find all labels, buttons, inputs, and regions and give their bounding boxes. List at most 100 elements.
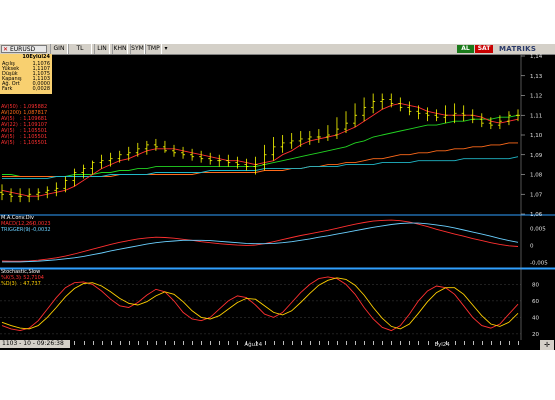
scale-button-lin[interactable]: LIN: [94, 44, 110, 54]
time-tick: [327, 341, 329, 345]
ohlc-bar: [0, 184, 4, 201]
status-clock: 1103 - 10 - 09:26:38: [0, 340, 70, 348]
date-axis-label: Eyl24: [434, 342, 450, 348]
time-tick: [427, 341, 429, 345]
time-tick: [382, 341, 384, 345]
ohlc-bar: [470, 109, 475, 124]
buy-button[interactable]: AL: [457, 45, 474, 53]
stoch-axis-label: 20: [532, 332, 539, 338]
legend-stoch-d[interactable]: %D(3): 47,737: [1, 282, 41, 287]
ma-line-short: [1, 102, 519, 197]
ohlc-bar: [371, 93, 376, 114]
template-button[interactable]: TMP: [145, 44, 162, 54]
time-tick: [137, 341, 139, 345]
legend-ma5-d[interactable]: AV(5): 1,105501: [1, 141, 47, 146]
ohlc-bar: [307, 131, 312, 145]
time-tick: [336, 341, 338, 345]
time-tick: [155, 341, 157, 345]
close-icon[interactable]: ✕: [3, 46, 8, 54]
ohlc-bar: [135, 142, 140, 157]
stats-date: 10Eylül24: [22, 54, 50, 60]
ohlc-bar: [443, 105, 448, 124]
stochastic-panel: [1, 276, 519, 332]
template-dropdown-icon[interactable]: ▾: [162, 44, 170, 54]
time-tick: [355, 341, 357, 345]
ohlc-bar: [452, 103, 457, 124]
price-axis-label: 1,11: [530, 113, 542, 119]
ohlc-bar: [380, 93, 385, 110]
time-tick: [291, 341, 293, 345]
stoch-axis-label: 60: [532, 299, 539, 305]
symbol-selector[interactable]: ✕ EURUSD: [1, 45, 47, 53]
time-tick: [228, 341, 230, 345]
ohlc-bar: [407, 101, 412, 116]
trading-app: ✕ EURUSD GIN TL LIN KHN SYM TMP ▾ AL SAT…: [0, 44, 555, 350]
time-tick: [472, 341, 474, 345]
ohlc-bar: [244, 158, 249, 171]
ohlc-bar: [144, 140, 149, 155]
time-tick: [418, 341, 420, 345]
time-tick: [264, 341, 266, 345]
macd-line: [1, 219, 519, 262]
ohlc-bar: [27, 188, 32, 203]
stoch-axis-label: 40: [532, 315, 539, 321]
button-sym[interactable]: SYM: [130, 44, 145, 54]
time-tick: [391, 341, 393, 345]
time-tick: [74, 341, 76, 345]
time-tick: [210, 341, 212, 345]
period-button-gin[interactable]: GIN: [50, 44, 68, 54]
ohlc-info-box: 10Eylül24 Açılış 1,1076 Yüksek 1,1107 Düşü…: [0, 54, 52, 94]
ohlc-bar: [90, 160, 95, 175]
ohlc-bar: [72, 168, 77, 187]
time-tick: [318, 341, 320, 345]
time-tick: [273, 341, 275, 345]
legend-trigger[interactable]: TRIGGER(9): -0,0032: [1, 228, 51, 233]
ohlc-bar: [506, 111, 511, 126]
crosshair-icon[interactable]: ✛: [540, 340, 554, 350]
brand-logo: MATRIKS: [499, 45, 537, 53]
time-tick: [146, 341, 148, 345]
ohlc-bar: [9, 188, 14, 203]
chart-canvas[interactable]: 1,14 1,13 1,12 1,11 1,10 1,09 1,08 1,07 1,06 0,00…: [0, 54, 555, 340]
time-tick: [219, 341, 221, 345]
time-tick: [110, 341, 112, 345]
time-tick: [101, 341, 103, 345]
time-tick: [282, 341, 284, 345]
trigger-line: [2, 222, 519, 263]
button-khn[interactable]: KHN: [112, 44, 128, 54]
ohlc-bar: [262, 144, 267, 171]
ohlc-bar: [434, 109, 439, 122]
ohlc-bar: [162, 140, 167, 153]
stoch-k-line: [1, 276, 519, 332]
ohlc-bar: [108, 152, 113, 167]
ma-line-2: [2, 156, 519, 179]
ohlc-bar: [344, 111, 348, 134]
macd-panel: [1, 219, 519, 263]
ohlc-bar: [289, 133, 294, 149]
date-axis-label: Ağu24: [244, 342, 263, 348]
ohlc-bar: [271, 136, 276, 161]
price-axis-label: 1,06: [530, 212, 543, 218]
ohlc-bar: [190, 148, 195, 161]
time-tick: [201, 341, 203, 345]
time-tick: [119, 341, 121, 345]
time-tick: [183, 341, 185, 345]
sell-button[interactable]: SAT: [475, 45, 493, 53]
ohlc-bar: [199, 150, 204, 163]
ohlc-bar: [280, 135, 285, 153]
price-axis-label: 1,09: [530, 153, 543, 159]
ohlc-bar: [217, 154, 222, 167]
ohlc-bar: [325, 125, 330, 141]
ohlc-bar: [45, 186, 50, 199]
stoch-d-line: [1, 277, 519, 330]
time-tick: [463, 341, 465, 345]
macd-axis-label: 0,005: [530, 226, 546, 232]
time-tick: [174, 341, 175, 345]
time-tick: [508, 341, 510, 345]
currency-button-tl[interactable]: TL: [68, 44, 92, 54]
time-tick: [192, 341, 194, 345]
time-tick: [300, 341, 302, 345]
time-tick: [481, 341, 483, 345]
time-tick: [92, 341, 94, 345]
ohlc-bar: [172, 144, 176, 157]
